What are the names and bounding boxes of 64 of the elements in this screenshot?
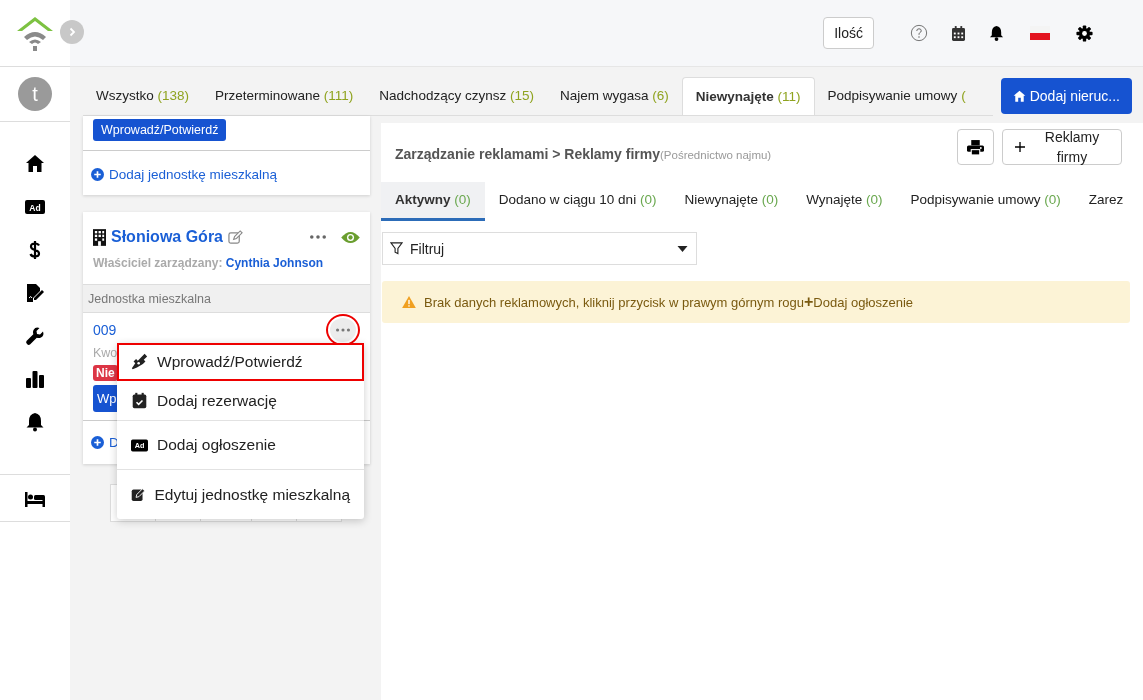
menu-item[interactable]: Wprowadź/Potwierdź bbox=[117, 343, 364, 381]
add-ad-button[interactable]: Reklamy firmy bbox=[1002, 129, 1122, 165]
print-button[interactable] bbox=[957, 129, 994, 165]
signature-icon[interactable] bbox=[25, 283, 45, 303]
unit-number-link[interactable]: 009 bbox=[93, 322, 117, 338]
bed-icon[interactable] bbox=[25, 489, 45, 509]
pen-icon bbox=[131, 353, 148, 370]
menu-item[interactable]: Edytuj jednostkę mieszkalną bbox=[117, 470, 364, 519]
tab[interactable]: Zarez bbox=[1074, 182, 1138, 221]
alert-message: Brak danych reklamowych, kliknij przycisk w prawym górnym rogu+Dodaj ogłoszenie bbox=[424, 293, 914, 311]
eye-icon[interactable] bbox=[341, 230, 360, 244]
help-icon[interactable] bbox=[910, 24, 928, 42]
tab[interactable]: Najem wygasa (6) bbox=[546, 77, 682, 115]
unit-info-text: Kwo bbox=[93, 346, 119, 360]
tab[interactable]: Podpisywanie umowy ( bbox=[814, 77, 979, 115]
tab[interactable]: Wszystko (138) bbox=[83, 77, 203, 115]
edit-icon bbox=[131, 486, 146, 503]
bell-icon[interactable] bbox=[25, 412, 45, 432]
building-icon bbox=[93, 228, 106, 246]
status-badge: Nie bbox=[93, 365, 118, 381]
plus-icon bbox=[1015, 141, 1025, 153]
wrench-icon[interactable] bbox=[25, 326, 45, 346]
tab[interactable]: Aktywny (0) bbox=[381, 182, 485, 221]
home-icon[interactable] bbox=[25, 154, 45, 174]
ad-icon[interactable]: Ad bbox=[25, 197, 45, 217]
chevron-right-icon bbox=[67, 27, 77, 37]
print-icon bbox=[967, 138, 984, 156]
caret-icon[interactable] bbox=[677, 245, 688, 252]
tab[interactable]: Niewynajęte (0) bbox=[670, 182, 793, 221]
bell-icon[interactable] bbox=[989, 25, 1004, 41]
filter-field[interactable]: Filtruj bbox=[408, 239, 672, 258]
more-button[interactable] bbox=[330, 318, 356, 342]
section-label: Jednostka mieszkalna bbox=[83, 284, 370, 313]
add-unit-link[interactable]: Dodaj jednostkę mieszkalną bbox=[91, 167, 278, 182]
owner-label: Właściciel zarządzany: bbox=[93, 256, 223, 270]
confirm-button[interactable]: Wprowadź/Potwierdź bbox=[93, 119, 227, 141]
more-icon bbox=[336, 328, 350, 332]
bar-chart-icon[interactable] bbox=[25, 369, 45, 389]
filter-dropdown[interactable]: Filtruj bbox=[382, 232, 697, 265]
breadcrumb-link[interactable]: Zarządzanie reklamami bbox=[395, 146, 549, 162]
warning-icon bbox=[402, 296, 416, 308]
tab[interactable]: Nadchodzący czynsz (15) bbox=[366, 77, 547, 115]
edit-icon[interactable] bbox=[228, 229, 243, 245]
more-icon[interactable] bbox=[310, 235, 326, 239]
quantity-button[interactable]: Ilość bbox=[823, 17, 874, 49]
owner-name-link[interactable]: Cynthia Johnson bbox=[225, 256, 324, 270]
calendar-icon[interactable] bbox=[952, 25, 965, 41]
calendar-check-icon bbox=[131, 392, 148, 409]
menu-item[interactable]: Dodaj rezerwację bbox=[117, 381, 364, 421]
settings-icon[interactable] bbox=[1076, 24, 1093, 42]
home-icon bbox=[1012, 89, 1026, 103]
tab[interactable]: Wynajęte (0) bbox=[792, 182, 897, 221]
breadcrumb-note: (Pośrednictwo najmu) bbox=[660, 149, 772, 161]
tab[interactable]: Niewynajęte (11) bbox=[681, 77, 815, 115]
filter-icon bbox=[390, 242, 403, 255]
tab[interactable]: Dodano w ciągu 10 dni (0) bbox=[484, 182, 671, 221]
plus-circle-icon bbox=[91, 436, 104, 449]
plus-circle-icon bbox=[91, 168, 104, 181]
tab[interactable]: Przeterminowane (111) bbox=[202, 77, 367, 115]
tab[interactable]: Podpisywanie umowy (0) bbox=[896, 182, 1075, 221]
add-property-button[interactable]: Dodaj nieruc... bbox=[1000, 78, 1132, 114]
breadcrumb-separator: > bbox=[552, 146, 561, 162]
property-name[interactable]: Słoniowa Góra bbox=[111, 228, 223, 246]
breadcrumb-current: Reklamy firmy bbox=[564, 146, 660, 162]
